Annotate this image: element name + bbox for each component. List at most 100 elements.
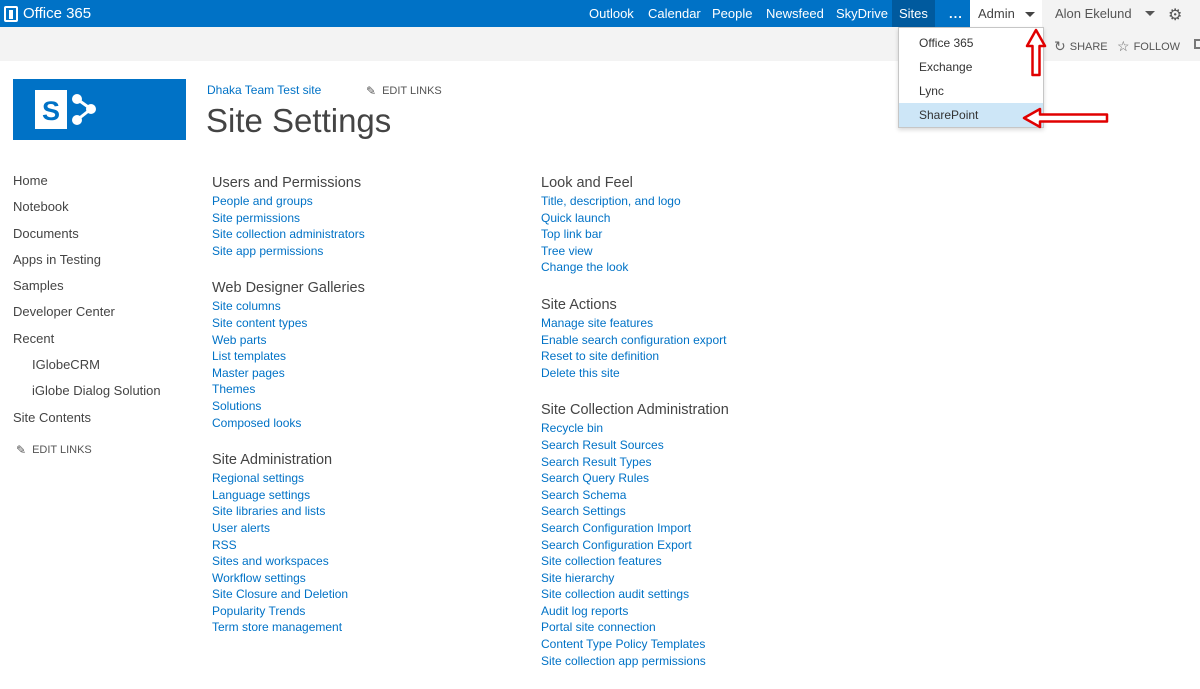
svg-text:S: S — [42, 96, 60, 126]
nav-calendar[interactable]: Calendar — [648, 0, 701, 27]
settings-link[interactable]: Search Configuration Export — [541, 537, 729, 554]
nav-documents[interactable]: Documents — [13, 224, 193, 250]
settings-link[interactable]: Search Result Sources — [541, 437, 729, 454]
nav-developer-center[interactable]: Developer Center — [13, 302, 193, 328]
settings-link[interactable]: Site collection features — [541, 553, 729, 570]
user-name: Alon Ekelund — [1055, 6, 1132, 21]
menu-item-lync[interactable]: Lync — [899, 79, 1043, 103]
settings-link[interactable]: Audit log reports — [541, 603, 729, 620]
settings-link[interactable]: Site content types — [212, 315, 365, 332]
chevron-down-icon — [1144, 11, 1155, 16]
nav-home[interactable]: Home — [13, 171, 193, 197]
nav-skydrive[interactable]: SkyDrive — [836, 0, 888, 27]
settings-link[interactable]: Sites and workspaces — [212, 553, 365, 570]
section-title: Look and Feel — [541, 175, 633, 191]
settings-link[interactable]: Change the look — [541, 259, 729, 276]
settings-link[interactable]: Search Configuration Import — [541, 520, 729, 537]
settings-link[interactable]: Portal site connection — [541, 619, 729, 636]
settings-link[interactable]: Search Schema — [541, 487, 729, 504]
settings-link[interactable]: Themes — [212, 381, 365, 398]
nav-people[interactable]: People — [712, 0, 752, 27]
nav-samples[interactable]: Samples — [13, 276, 193, 302]
settings-link[interactable]: Term store management — [212, 619, 365, 636]
settings-link[interactable]: List templates — [212, 348, 365, 365]
follow-button[interactable]: ☆ FOLLOW — [1117, 38, 1180, 55]
nav-newsfeed[interactable]: Newsfeed — [766, 0, 824, 27]
settings-link[interactable]: Solutions — [212, 398, 365, 415]
settings-link[interactable]: Site permissions — [212, 210, 365, 227]
settings-link[interactable]: Popularity Trends — [212, 603, 365, 620]
settings-link[interactable]: Title, description, and logo — [541, 193, 729, 210]
more-menu-button[interactable]: ... — [949, 0, 963, 27]
nav-recent: Recent — [13, 330, 55, 346]
page-title: Site Settings — [206, 102, 392, 139]
settings-link[interactable]: User alerts — [212, 520, 365, 537]
sharepoint-logo-icon: S — [35, 90, 96, 129]
settings-link[interactable]: Regional settings — [212, 470, 365, 487]
menu-item-office365[interactable]: Office 365 — [899, 31, 1043, 55]
star-icon: ☆ — [1117, 38, 1130, 54]
settings-link[interactable]: Site Closure and Deletion — [212, 586, 365, 603]
settings-link[interactable]: People and groups — [212, 193, 365, 210]
breadcrumb[interactable]: Dhaka Team Test site — [207, 83, 321, 97]
settings-link[interactable]: Site columns — [212, 298, 365, 315]
section-web-designer-galleries: Web Designer Galleries Site columns Site c… — [212, 279, 365, 431]
settings-link[interactable]: Language settings — [212, 487, 365, 504]
settings-link[interactable]: Delete this site — [541, 365, 729, 382]
edit-links-button[interactable]: ✎ EDIT LINKS — [366, 84, 442, 98]
pencil-icon: ✎ — [16, 442, 27, 457]
settings-link[interactable]: Site hierarchy — [541, 570, 729, 587]
focus-content-icon[interactable] — [1194, 39, 1200, 49]
settings-link[interactable]: Reset to site definition — [541, 348, 729, 365]
settings-link[interactable]: Manage site features — [541, 315, 729, 332]
section-site-collection-administration: Site Collection Administration Recycle bi… — [541, 401, 729, 669]
settings-link[interactable]: Top link bar — [541, 226, 729, 243]
settings-link[interactable]: Tree view — [541, 243, 729, 260]
gear-icon[interactable]: ⚙ — [1168, 5, 1182, 25]
settings-link[interactable]: Quick launch — [541, 210, 729, 227]
settings-link[interactable]: Search Settings — [541, 503, 729, 520]
nav-outlook[interactable]: Outlook — [589, 0, 634, 27]
menu-item-exchange[interactable]: Exchange — [899, 55, 1043, 79]
section-site-actions: Site Actions Manage site features Enable s… — [541, 296, 729, 381]
nav-notebook[interactable]: Notebook — [13, 197, 193, 223]
settings-link[interactable]: Site collection administrators — [212, 226, 365, 243]
user-menu[interactable]: Alon Ekelund ⚙ — [1042, 0, 1200, 27]
chevron-down-icon — [1024, 12, 1035, 17]
annotation-arrow-left-icon — [1022, 107, 1109, 129]
nav-recent-iglobecrm[interactable]: IGlobeCRM — [13, 355, 193, 381]
nav-recent-iglobe-dialog[interactable]: iGlobe Dialog Solution — [13, 381, 193, 407]
section-title: Web Designer Galleries — [212, 280, 365, 297]
settings-link[interactable]: Recycle bin — [541, 420, 729, 437]
section-title: Users and Permissions — [212, 175, 362, 191]
settings-link[interactable]: Web parts — [212, 332, 365, 349]
pencil-icon: ✎ — [366, 84, 377, 98]
settings-link[interactable]: Site collection audit settings — [541, 586, 729, 603]
settings-link[interactable]: RSS — [212, 537, 365, 554]
settings-link[interactable]: Master pages — [212, 365, 365, 382]
settings-link[interactable]: Content Type Policy Templates — [541, 636, 729, 653]
section-look-and-feel: Look and Feel Title, description, and log… — [541, 174, 729, 276]
nav-sites[interactable]: Sites — [892, 0, 935, 27]
settings-link[interactable]: Composed looks — [212, 415, 365, 432]
nav-apps-in-testing[interactable]: Apps in Testing — [13, 250, 193, 276]
settings-link[interactable]: Site app permissions — [212, 243, 365, 260]
settings-link[interactable]: Enable search configuration export — [541, 332, 729, 349]
site-logo[interactable]: S — [13, 79, 186, 140]
settings-link[interactable]: Search Query Rules — [541, 470, 729, 487]
edit-links-left-button[interactable]: ✎ EDIT LINKS — [13, 443, 193, 457]
section-title: Site Administration — [212, 452, 333, 469]
admin-menu-button[interactable]: Admin — [970, 0, 1042, 27]
admin-label: Admin — [978, 6, 1015, 21]
settings-link[interactable]: Workflow settings — [212, 570, 365, 587]
settings-link[interactable]: Site collection app permissions — [541, 653, 729, 670]
nav-site-contents[interactable]: Site Contents — [13, 408, 193, 434]
section-users-permissions: Users and Permissions People and groups Si… — [212, 174, 365, 259]
settings-link[interactable]: Site libraries and lists — [212, 503, 365, 520]
quick-launch: Home Notebook Documents Apps in Testing … — [13, 171, 193, 457]
suite-bar: Office 365 Outlook Calendar People Newsf… — [0, 0, 1200, 27]
office365-brand[interactable]: Office 365 — [4, 0, 91, 27]
share-button[interactable]: ↻ SHARE — [1054, 38, 1108, 55]
settings-link[interactable]: Search Result Types — [541, 454, 729, 471]
office-logo-icon — [4, 5, 18, 22]
